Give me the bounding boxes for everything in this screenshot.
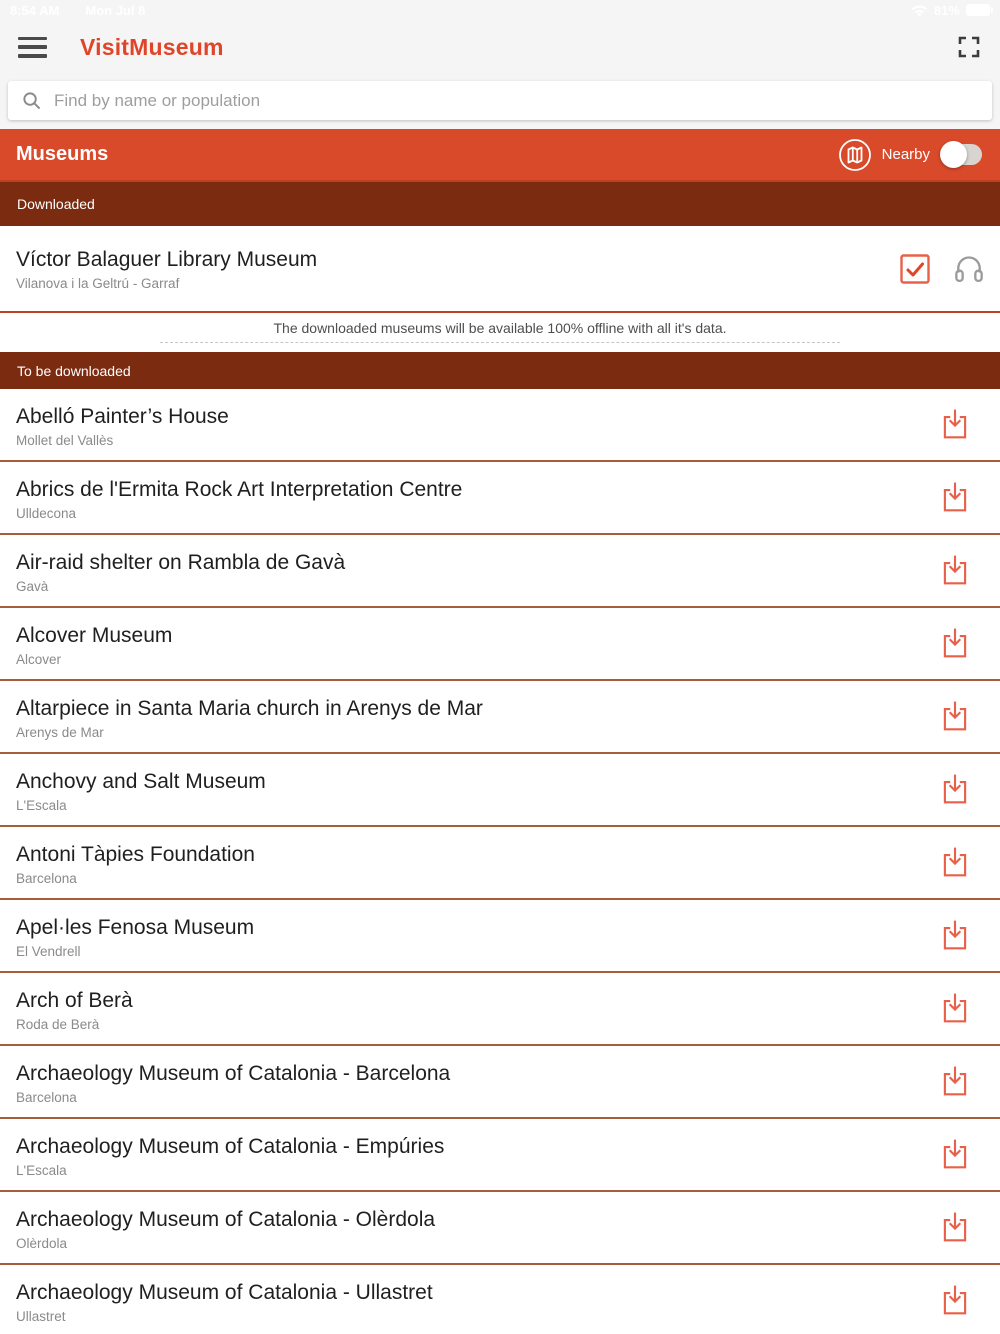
museum-location: Roda de Berà (16, 1017, 941, 1032)
nearby-label: Nearby (882, 146, 930, 163)
battery-percent: 81% (934, 3, 960, 18)
museum-name: Anchovy and Salt Museum (16, 769, 941, 795)
section-header-downloaded: Downloaded (0, 182, 1000, 226)
search-icon (22, 91, 41, 110)
fullscreen-icon[interactable] (956, 34, 982, 60)
museum-location: Gavà (16, 579, 941, 594)
download-icon[interactable] (941, 992, 969, 1025)
museum-list-item[interactable]: Alcover Museum Alcover (0, 608, 1000, 681)
museum-list-item[interactable]: Antoni Tàpies Foundation Barcelona (0, 827, 1000, 900)
offline-info-text: The downloaded museums will be available… (0, 320, 1000, 336)
museum-list-item[interactable]: Air-raid shelter on Rambla de Gavà Gavà (0, 535, 1000, 608)
download-icon[interactable] (941, 700, 969, 733)
museum-list-item[interactable]: Apel·les Fenosa Museum El Vendrell (0, 900, 1000, 973)
museum-location: Vilanova i la Geltrú - Garraf (16, 276, 900, 291)
search-bar[interactable] (8, 81, 992, 120)
museum-name: Víctor Balaguer Library Museum (16, 247, 900, 273)
museum-location: Mollet del Vallès (16, 433, 941, 448)
download-icon[interactable] (941, 1211, 969, 1244)
app-title: VisitMuseum (80, 34, 224, 61)
museum-list-item[interactable]: Altarpiece in Santa Maria church in Aren… (0, 681, 1000, 754)
museum-location: Arenys de Mar (16, 725, 941, 740)
search-input[interactable] (54, 91, 978, 111)
search-zone (0, 74, 1000, 129)
museum-name: Alcover Museum (16, 623, 941, 649)
museum-name: Archaeology Museum of Catalonia - Empúri… (16, 1134, 941, 1160)
museum-name: Air-raid shelter on Rambla de Gavà (16, 550, 941, 576)
download-icon[interactable] (941, 1065, 969, 1098)
offline-info-strip: The downloaded museums will be available… (0, 313, 1000, 352)
nearby-toggle[interactable] (942, 144, 982, 165)
dashed-divider (160, 342, 840, 343)
museum-location: Barcelona (16, 871, 941, 886)
status-date: Mon Jul 8 (85, 3, 145, 18)
museum-name: Arch of Berà (16, 988, 941, 1014)
wifi-icon (911, 4, 928, 17)
downloaded-checkbox-icon[interactable] (900, 254, 930, 284)
app-screen: 8:54 AM Mon Jul 8 81% VisitMuseum (0, 0, 1000, 1334)
status-time: 8:54 AM (10, 3, 59, 18)
audio-guide-icon[interactable] (952, 252, 986, 285)
download-icon[interactable] (941, 919, 969, 952)
map-icon[interactable] (838, 138, 872, 172)
museum-list-item[interactable]: Abelló Painter’s House Mollet del Vallès (0, 389, 1000, 462)
museum-location: Olèrdola (16, 1236, 941, 1251)
download-icon[interactable] (941, 1284, 969, 1317)
downloaded-museum-row[interactable]: Víctor Balaguer Library Museum Vilanova … (0, 226, 1000, 311)
museum-location: L'Escala (16, 798, 941, 813)
download-icon[interactable] (941, 627, 969, 660)
museum-list: Abelló Painter’s House Mollet del Vallès… (0, 389, 1000, 1334)
museum-name: Archaeology Museum of Catalonia - Ullast… (16, 1280, 941, 1306)
museum-list-item[interactable]: Abrics de l'Ermita Rock Art Interpretati… (0, 462, 1000, 535)
app-bar: VisitMuseum (0, 20, 1000, 74)
museum-list-item[interactable]: Arch of Berà Roda de Berà (0, 973, 1000, 1046)
download-icon[interactable] (941, 554, 969, 587)
menu-icon[interactable] (18, 37, 47, 58)
museum-name: Archaeology Museum of Catalonia - Olèrdo… (16, 1207, 941, 1233)
museum-location: El Vendrell (16, 944, 941, 959)
download-icon[interactable] (941, 1138, 969, 1171)
museum-name: Antoni Tàpies Foundation (16, 842, 941, 868)
museum-name: Apel·les Fenosa Museum (16, 915, 941, 941)
museum-list-item[interactable]: Anchovy and Salt Museum L'Escala (0, 754, 1000, 827)
museum-list-item[interactable]: Archaeology Museum of Catalonia - Empúri… (0, 1119, 1000, 1192)
museum-name: Abrics de l'Ermita Rock Art Interpretati… (16, 477, 941, 503)
museum-name: Abelló Painter’s House (16, 404, 941, 430)
museum-list-item[interactable]: Archaeology Museum of Catalonia - Olèrdo… (0, 1192, 1000, 1265)
museum-location: Ulldecona (16, 506, 941, 521)
museum-name: Archaeology Museum of Catalonia - Barcel… (16, 1061, 941, 1087)
museum-location: Alcover (16, 652, 941, 667)
download-icon[interactable] (941, 773, 969, 806)
museum-list-item[interactable]: Archaeology Museum of Catalonia - Barcel… (0, 1046, 1000, 1119)
status-bar: 8:54 AM Mon Jul 8 81% (0, 0, 1000, 20)
section-header-to-be-downloaded: To be downloaded (0, 352, 1000, 389)
toggle-knob (940, 141, 967, 168)
museum-location: L'Escala (16, 1163, 941, 1178)
museum-location: Barcelona (16, 1090, 941, 1105)
battery-icon (966, 4, 990, 16)
download-icon[interactable] (941, 846, 969, 879)
download-icon[interactable] (941, 481, 969, 514)
museums-header-bar: Museums Nearby (0, 129, 1000, 182)
museum-location: Ullastret (16, 1309, 941, 1324)
page-title: Museums (16, 143, 108, 166)
download-icon[interactable] (941, 408, 969, 441)
museum-list-item[interactable]: Archaeology Museum of Catalonia - Ullast… (0, 1265, 1000, 1334)
museum-name: Altarpiece in Santa Maria church in Aren… (16, 696, 941, 722)
